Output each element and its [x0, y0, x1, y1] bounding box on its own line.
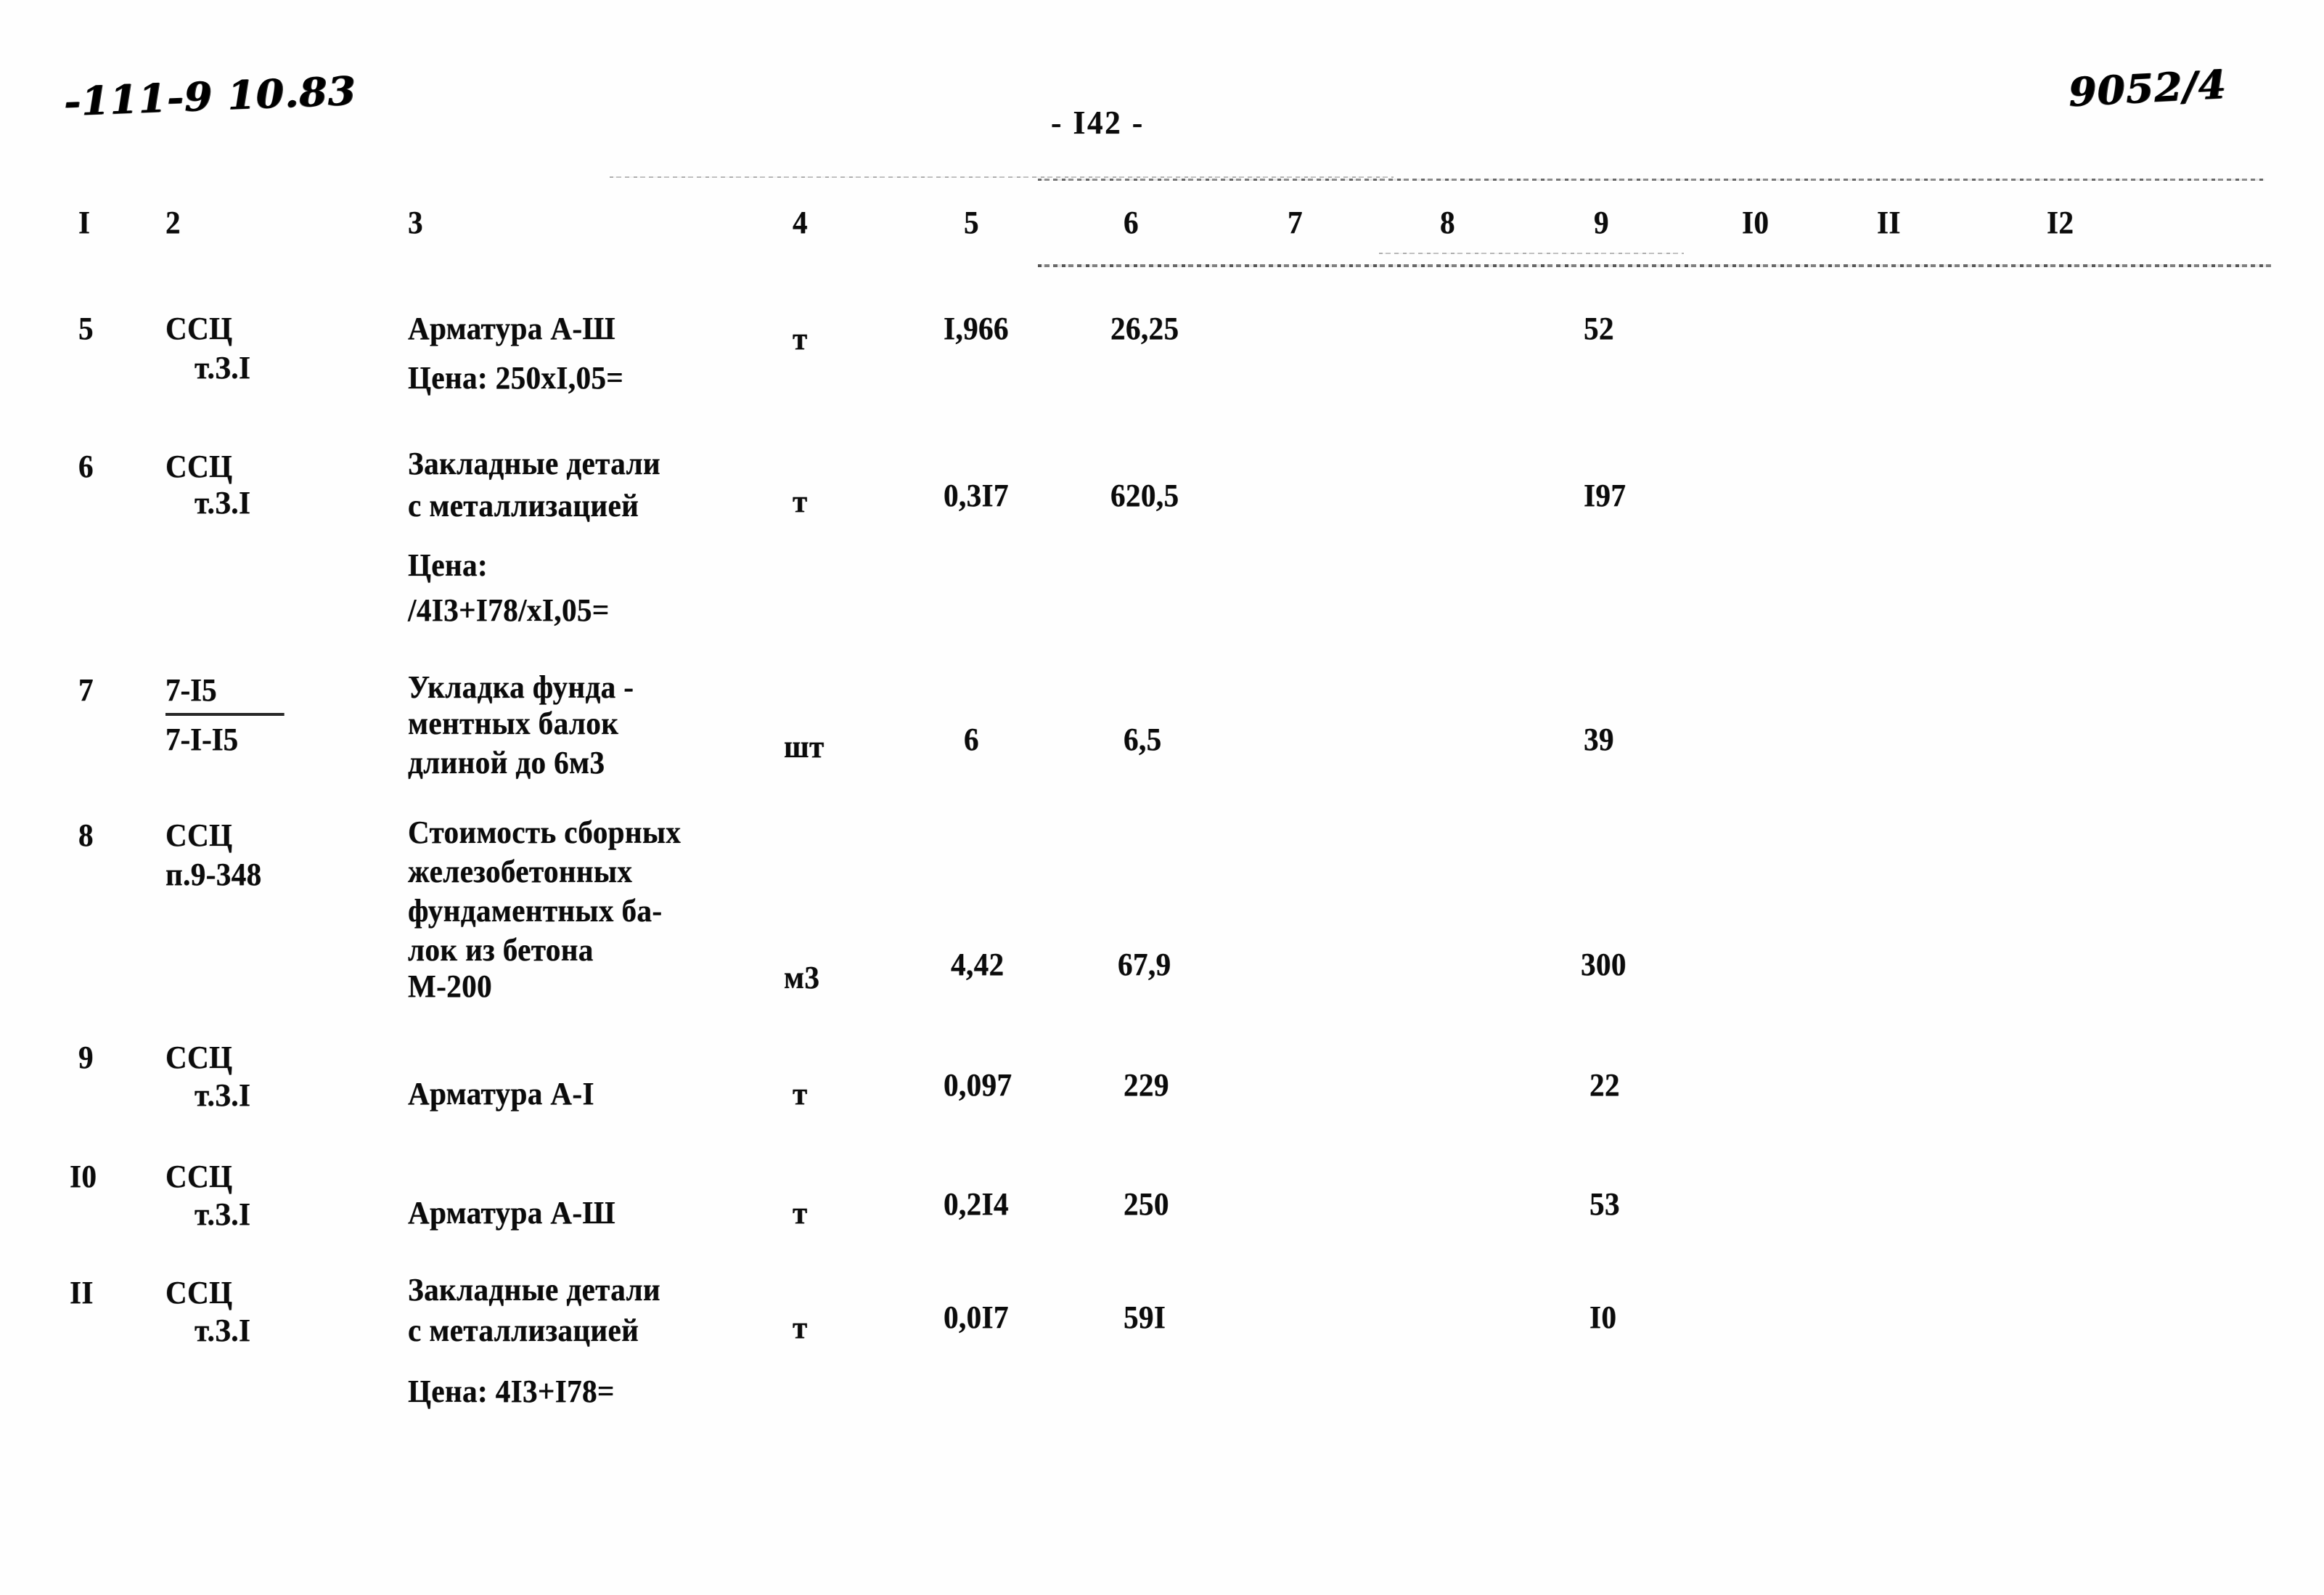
row-number: 7	[78, 672, 94, 708]
row-unit: т	[793, 1195, 808, 1231]
column-header-9: 9	[1594, 205, 1609, 240]
row-code-line1: ССЦ	[165, 311, 233, 346]
row-col9-total: 300	[1581, 947, 1627, 982]
row-col6-unit-price: 6,5	[1124, 722, 1162, 757]
row-col9-total: 52	[1584, 311, 1614, 346]
row-description-line: Стоимость сборных	[408, 815, 682, 850]
handwritten-annotation-top-left: -111-9 10.83	[62, 67, 357, 125]
row-unit: м3	[784, 960, 820, 995]
row-description-line: Цена: 250хI,05=	[408, 360, 624, 396]
row-col5-quantity: 4,42	[951, 947, 1005, 982]
row-code-line2: т.З.I	[195, 1077, 251, 1113]
row-number: II	[70, 1275, 94, 1310]
row-description-line: Цена: 4I3+I78=	[408, 1374, 615, 1409]
row-code-fraction: 7-I5 7-I-I5	[165, 669, 285, 761]
row-col5-quantity: 0,3I7	[944, 478, 1009, 513]
row-description-line: Закладные детали	[408, 446, 660, 481]
column-header-4: 4	[793, 205, 808, 240]
row-unit: т	[793, 1310, 808, 1345]
row-col5-quantity: 0,2I4	[944, 1186, 1009, 1222]
column-header-6: 6	[1124, 205, 1139, 240]
row-col6-unit-price: 620,5	[1110, 478, 1179, 513]
row-col9-total: I97	[1584, 478, 1627, 513]
row-col6-unit-price: 59I	[1124, 1300, 1166, 1335]
row-description-line: длиной до 6м3	[408, 745, 605, 780]
row-col6-unit-price: 250	[1124, 1186, 1169, 1222]
row-number: 8	[78, 817, 94, 853]
row-description-line: Арматура А-I	[408, 1076, 594, 1111]
row-col6-unit-price: 26,25	[1110, 311, 1179, 346]
column-header-1: I	[78, 205, 91, 240]
row-unit: т	[793, 321, 808, 356]
row-description-line: /4I3+I78/хI,05=	[408, 592, 610, 628]
row-code-line2: т.З.I	[195, 485, 251, 521]
row-description-line: Арматура А-Ш	[408, 311, 615, 346]
row-description-line: фундаментных ба-	[408, 893, 663, 929]
row-number: I0	[70, 1159, 97, 1194]
column-header-12: I2	[2047, 205, 2074, 240]
row-number: 5	[78, 311, 94, 346]
header-rule-lower	[1038, 264, 2272, 267]
header-rule-upper-right	[1038, 179, 2264, 181]
row-col5-quantity: 0,097	[944, 1067, 1012, 1103]
row-col5-quantity: 6	[964, 722, 979, 757]
row-col9-total: 22	[1589, 1067, 1620, 1103]
row-description-line: с металлизацией	[408, 1313, 639, 1348]
row-description-line: с металлизацией	[408, 488, 639, 523]
row-col9-total: 39	[1584, 722, 1614, 757]
row-col5-quantity: I,966	[944, 311, 1009, 346]
row-code-line1: ССЦ	[165, 1040, 233, 1075]
row-number: 6	[78, 449, 94, 484]
row-code-line2: п.9-348	[165, 857, 262, 892]
row-col6-unit-price: 229	[1124, 1067, 1169, 1103]
row-description-line: ментных балок	[408, 706, 619, 741]
row-unit: шт	[784, 729, 825, 764]
row-code-numerator: 7-I5	[165, 672, 217, 708]
row-code-line1: ССЦ	[165, 1159, 233, 1194]
handwritten-annotation-top-right: 9052/4	[2067, 60, 2228, 115]
row-description-line: Арматура А-Ш	[408, 1195, 615, 1231]
row-code-line1: ССЦ	[165, 1275, 233, 1310]
row-col9-total: I0	[1589, 1300, 1617, 1335]
row-code-line2: т.З.I	[195, 1196, 251, 1232]
fraction-bar	[165, 713, 285, 716]
column-header-11: II	[1877, 205, 1901, 240]
row-col6-unit-price: 67,9	[1118, 947, 1171, 982]
header-rule-mid	[1379, 253, 1684, 254]
row-description-line: М-200	[408, 968, 492, 1004]
column-header-3: 3	[408, 205, 423, 240]
page-number: - I42 -	[1051, 104, 1145, 141]
row-code-line2: т.З.I	[195, 1313, 251, 1348]
column-header-7: 7	[1288, 205, 1303, 240]
row-description-line: Цена:	[408, 547, 488, 583]
column-header-2: 2	[165, 205, 181, 240]
row-unit: т	[793, 484, 808, 519]
row-code-line2: т.З.I	[195, 350, 251, 386]
column-header-5: 5	[964, 205, 979, 240]
row-code-denominator: 7-I-I5	[165, 722, 239, 757]
row-description-line: Закладные детали	[408, 1272, 660, 1308]
row-number: 9	[78, 1040, 94, 1075]
row-code-line1: ССЦ	[165, 817, 233, 853]
column-header-10: I0	[1742, 205, 1769, 240]
row-unit: т	[793, 1076, 808, 1111]
document-page: -111-9 10.83 9052/4 - I42 - I 2 3 4 5 6 …	[0, 0, 2324, 1595]
column-header-8: 8	[1440, 205, 1455, 240]
row-col5-quantity: 0,0I7	[944, 1300, 1009, 1335]
row-description-line: железобетонных	[408, 854, 633, 889]
row-col9-total: 53	[1589, 1186, 1620, 1222]
header-rule-upper-left	[610, 176, 1394, 178]
